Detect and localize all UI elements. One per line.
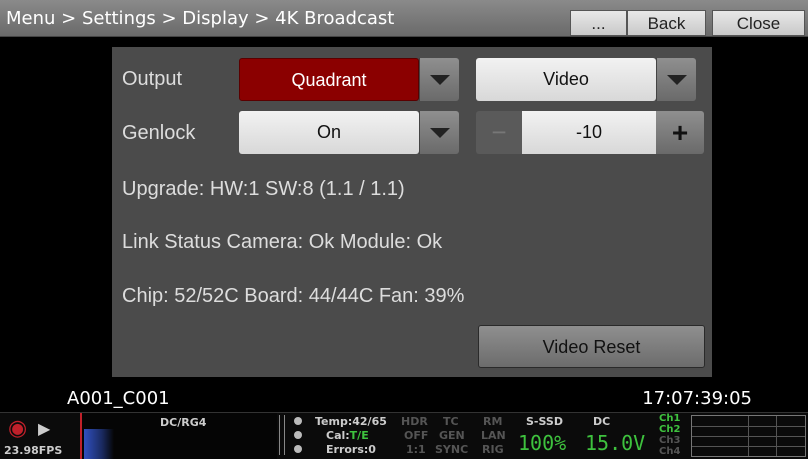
genlock-dropdown[interactable]: On bbox=[239, 111, 419, 154]
rm-label: RM bbox=[483, 415, 503, 428]
media-label: S-SSD bbox=[526, 415, 563, 428]
genlock-label: Genlock bbox=[122, 122, 196, 144]
ch1-label: Ch1 bbox=[659, 413, 681, 424]
output-dropdown[interactable]: Quadrant bbox=[239, 58, 419, 101]
offset-value[interactable]: -10 bbox=[522, 111, 656, 154]
status-dot bbox=[294, 417, 302, 425]
audio-meter bbox=[691, 415, 806, 457]
power-label: DC bbox=[593, 415, 611, 428]
plus-button[interactable]: + bbox=[656, 111, 704, 154]
link-status: Link Status Camera: Ok Module: Ok bbox=[122, 231, 443, 253]
power-value: 15.0V bbox=[585, 431, 646, 455]
timecode: 17:07:39:05 bbox=[642, 388, 752, 409]
chevron-down-icon[interactable] bbox=[419, 111, 459, 154]
back-button[interactable]: Back bbox=[627, 10, 706, 36]
gen-label: GEN bbox=[439, 429, 465, 442]
hdr-label: HDR bbox=[401, 415, 428, 428]
status-bar: ◉ ▶ 23.98FPS DC/RG4 Temp:42/65 Cal:T/E E… bbox=[0, 412, 808, 459]
color-space: DC/RG4 bbox=[160, 416, 207, 429]
status-dot bbox=[294, 445, 302, 453]
minus-button[interactable]: − bbox=[476, 111, 522, 154]
output-mode-dropdown[interactable]: Video bbox=[476, 58, 656, 101]
fps-readout: 23.98FPS bbox=[4, 444, 63, 457]
clip-name: A001_C001 bbox=[67, 388, 170, 409]
upgrade-info: Upgrade: HW:1 SW:8 (1.1 / 1.1) bbox=[122, 178, 405, 200]
play-icon[interactable]: ▶ bbox=[38, 419, 50, 439]
ch4-label: Ch4 bbox=[659, 446, 681, 457]
close-button[interactable]: Close bbox=[712, 10, 805, 36]
temp-readout: Temp:42/65 bbox=[315, 415, 387, 428]
breadcrumb: Menu > Settings > Display > 4K Broadcast bbox=[6, 8, 395, 29]
ch2-label: Ch2 bbox=[659, 424, 681, 435]
temperature-info: Chip: 52/52C Board: 44/44C Fan: 39% bbox=[122, 285, 465, 307]
video-reset-button[interactable]: Video Reset bbox=[478, 325, 705, 368]
chevron-down-icon[interactable] bbox=[419, 58, 459, 101]
output-label: Output bbox=[122, 68, 183, 90]
hdr-value: OFF bbox=[404, 429, 429, 442]
tc-label: TC bbox=[443, 415, 459, 428]
lan-label: LAN bbox=[481, 429, 506, 442]
media-value: 100% bbox=[518, 431, 567, 455]
status-dot bbox=[294, 431, 302, 439]
chevron-down-icon[interactable] bbox=[656, 58, 696, 101]
camera-icon: ◉ bbox=[8, 415, 28, 440]
ch3-label: Ch3 bbox=[659, 435, 681, 446]
cal-readout: Cal:T/E bbox=[326, 429, 369, 442]
errors-readout: Errors:0 bbox=[326, 443, 376, 456]
title-bar: Menu > Settings > Display > 4K Broadcast… bbox=[0, 0, 808, 37]
ratio-value: 1:1 bbox=[406, 443, 426, 456]
more-button[interactable]: ... bbox=[570, 10, 627, 36]
sync-label: SYNC bbox=[435, 443, 469, 456]
rig-label: RIG bbox=[482, 443, 504, 456]
